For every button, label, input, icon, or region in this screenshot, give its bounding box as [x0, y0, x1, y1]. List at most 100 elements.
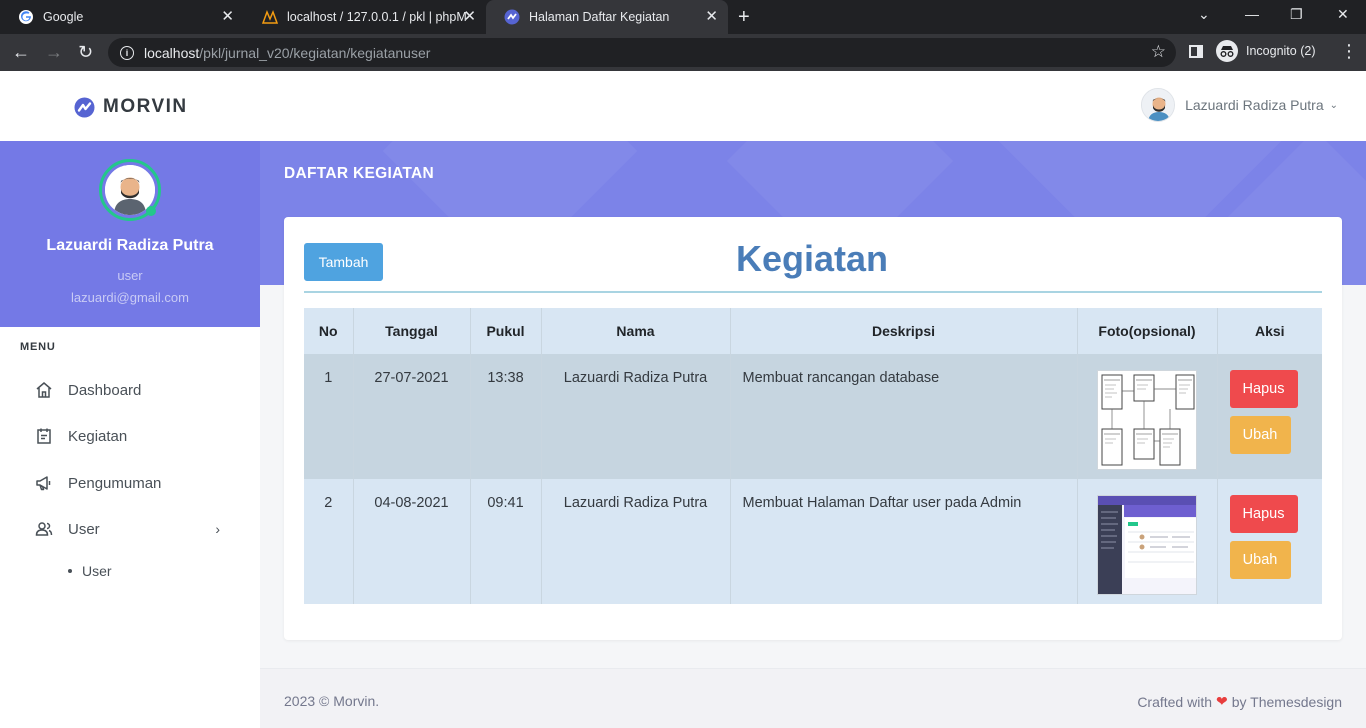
url-host: localhost	[144, 44, 200, 61]
site-info-icon[interactable]: i	[120, 45, 134, 60]
cell-pukul: 09:41	[470, 479, 542, 604]
kegiatan-table: No Tanggal Pukul Nama Deskripsi Foto(ops…	[304, 308, 1322, 604]
card-heading: Kegiatan	[284, 238, 1298, 280]
window-close-icon[interactable]: ✕	[1337, 6, 1349, 23]
browser-tab-bar: Google ✕ localhost / 127.0.0.1 / pkl | p…	[0, 0, 1366, 34]
footer: 2023 © Morvin. Crafted with ❤ by Themesd…	[260, 668, 1366, 728]
kegiatan-card: Tambah Kegiatan No Tanggal Pukul Nama De…	[284, 217, 1342, 640]
tab-label: Google	[43, 10, 84, 24]
close-icon[interactable]: ✕	[705, 9, 718, 25]
sidebar-item-pengumuman[interactable]: Pengumuman	[34, 473, 230, 493]
incognito-indicator[interactable]: Incognito (2)	[1216, 40, 1315, 62]
database-diagram-thumbnail[interactable]	[1097, 370, 1197, 470]
forward-icon[interactable]: →	[45, 41, 63, 63]
sidebar-subitem-label: User	[82, 563, 112, 579]
cell-deskripsi: Membuat Halaman Daftar user pada Admin	[730, 479, 1078, 604]
side-panel-icon[interactable]	[1189, 45, 1203, 58]
sidebar-item-label: Dashboard	[68, 381, 142, 399]
table-row: 1 27-07-2021 13:38 Lazuardi Radiza Putra…	[304, 354, 1322, 479]
cell-foto	[1077, 354, 1218, 479]
sidebar: Lazuardi Radiza Putra user lazuardi@gmai…	[0, 141, 260, 728]
heading-divider	[304, 291, 1322, 293]
cell-foto	[1077, 479, 1218, 604]
brand-logo[interactable]: MORVIN	[74, 96, 188, 118]
column-header: Tanggal	[353, 308, 471, 354]
card-heading-text: Kegiatan	[735, 238, 889, 279]
hapus-button[interactable]: Hapus	[1229, 495, 1298, 533]
profile-avatar	[99, 159, 161, 221]
column-header: Nama	[541, 308, 731, 354]
morvin-logo-icon	[74, 97, 95, 117]
footer-credit: Crafted with ❤ by Themesdesign	[1137, 693, 1342, 710]
column-header: Pukul	[470, 308, 542, 354]
profile-role: user	[117, 268, 143, 283]
heart-icon: ❤	[1216, 693, 1228, 709]
tab-label: localhost / 127.0.0.1 / pkl | phpMyAdmin	[287, 10, 467, 24]
cell-aksi: Hapus Ubah	[1217, 479, 1322, 604]
back-icon[interactable]: ←	[12, 41, 30, 63]
sidebar-subitem-user[interactable]: User	[68, 563, 112, 579]
bookmark-star-icon[interactable]: ☆	[1151, 42, 1166, 62]
tab-google[interactable]: Google ✕	[0, 0, 244, 34]
tab-halaman-daftar-kegiatan[interactable]: Halaman Daftar Kegiatan ✕	[486, 0, 728, 34]
cell-deskripsi: Membuat rancangan database	[730, 354, 1078, 479]
sidebar-item-user[interactable]: User ›	[34, 519, 230, 539]
minimize-icon[interactable]: —	[1245, 6, 1259, 22]
sidebar-item-label: Pengumuman	[68, 474, 162, 492]
ubah-button[interactable]: Ubah	[1229, 541, 1291, 579]
home-icon	[34, 380, 54, 400]
sidebar-item-label: User	[68, 520, 100, 538]
column-header: Deskripsi	[730, 308, 1078, 354]
footer-copyright: 2023 © Morvin.	[284, 693, 380, 709]
menu-title: MENU	[20, 341, 56, 353]
online-status-dot	[146, 206, 156, 216]
tab-search-icon[interactable]: ⌄	[1198, 6, 1210, 23]
cell-pukul: 13:38	[470, 354, 542, 479]
cell-nama: Lazuardi Radiza Putra	[541, 354, 731, 479]
avatar	[1141, 88, 1176, 122]
reload-icon[interactable]: ↻	[78, 41, 93, 63]
column-header: Foto(opsional)	[1077, 308, 1218, 354]
users-icon	[34, 519, 54, 539]
restore-icon[interactable]: ❐	[1290, 6, 1303, 23]
chevron-right-icon: ›	[215, 521, 220, 537]
footer-crafted-suffix: by Themesdesign	[1231, 693, 1342, 710]
brand-name: MORVIN	[103, 96, 188, 117]
table-row: 2 04-08-2021 09:41 Lazuardi Radiza Putra…	[304, 479, 1322, 604]
page-title: DAFTAR KEGIATAN	[284, 165, 435, 182]
bullet-icon	[68, 569, 72, 573]
close-icon[interactable]: ✕	[221, 9, 234, 25]
user-name: Lazuardi Radiza Putra	[1185, 97, 1324, 113]
google-icon	[18, 9, 34, 25]
megaphone-icon	[34, 473, 54, 493]
sidebar-profile: Lazuardi Radiza Putra user lazuardi@gmai…	[0, 141, 260, 327]
browser-toolbar: ← → ↻ i localhost /pkl/jurnal_v20/kegiat…	[0, 34, 1366, 71]
address-bar[interactable]: i localhost /pkl/jurnal_v20/kegiatan/keg…	[108, 38, 1176, 67]
footer-crafted-prefix: Crafted with	[1137, 693, 1213, 710]
tab-label: Halaman Daftar Kegiatan	[529, 10, 670, 24]
more-menu-icon[interactable]: ⋮	[1340, 42, 1358, 60]
calendar-icon	[34, 426, 54, 446]
profile-name: Lazuardi Radiza Putra	[46, 237, 214, 254]
tab-phpmyadmin[interactable]: localhost / 127.0.0.1 / pkl | phpMyAdmin…	[244, 0, 486, 34]
profile-email: lazuardi@gmail.com	[71, 290, 189, 305]
cell-tanggal: 04-08-2021	[353, 479, 471, 604]
incognito-label: Incognito (2)	[1246, 44, 1316, 58]
new-tab-icon[interactable]: +	[738, 6, 750, 28]
sidebar-item-kegiatan[interactable]: Kegiatan	[34, 426, 230, 446]
user-dropdown[interactable]: Lazuardi Radiza Putra ⌄	[1141, 88, 1338, 122]
sidebar-item-label: Kegiatan	[68, 427, 128, 445]
close-icon[interactable]: ✕	[463, 9, 476, 25]
topbar: MORVIN Lazuardi Radiza Putra ⌄	[0, 71, 1366, 141]
hapus-button[interactable]: Hapus	[1229, 370, 1298, 408]
table-header-row: No Tanggal Pukul Nama Deskripsi Foto(ops…	[304, 308, 1322, 354]
column-header: No	[304, 308, 354, 354]
incognito-icon	[1216, 40, 1238, 62]
cell-no: 2	[304, 479, 354, 604]
phpmyadmin-icon	[262, 9, 278, 25]
chevron-down-icon: ⌄	[1329, 99, 1338, 111]
cell-tanggal: 27-07-2021	[353, 354, 471, 479]
sidebar-item-dashboard[interactable]: Dashboard	[34, 380, 230, 400]
ubah-button[interactable]: Ubah	[1229, 416, 1291, 454]
admin-page-screenshot-thumbnail[interactable]	[1097, 495, 1197, 595]
